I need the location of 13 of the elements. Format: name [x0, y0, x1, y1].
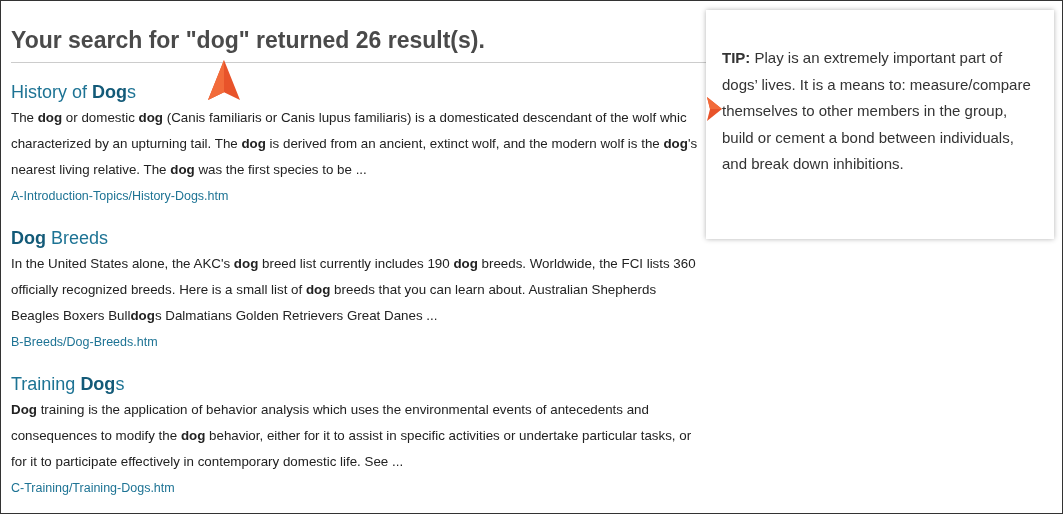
result-title-link[interactable]: History of Dogs — [11, 79, 137, 105]
page-heading: Your search for "dog" returned 26 result(s). — [11, 26, 486, 55]
arrow-icon — [707, 97, 722, 121]
result-title-link[interactable]: Training Dogs — [11, 371, 125, 397]
result-url-link[interactable]: A-Introduction-Topics/History-Dogs.htm — [11, 183, 229, 209]
result-url-link[interactable]: B-Breeds/Dog-Breeds.htm — [11, 329, 158, 355]
arrow-icon — [208, 60, 240, 100]
result-snippet: In the United States alone, the AKC's dog breed list currently includes 190 dog breeds. Worldwide, the FCI lists 360 officially recognized breeds. Here is a small list of dog breeds that you can learn about. Australian Shepherds Beagles Boxers Bulldogs Dalmatians Golden Retrievers Great Danes ... — [11, 255, 697, 325]
tip-text: TIP: Play is an extremely important part of dogs’ lives. It is a means to: measure/compare themselves to other members in the group, build or cement a bond between individuals, and break down inhibitions. — [722, 48, 1032, 174]
result-snippet: Dog training is the application of behavior analysis which uses the environmental events of antecedents and consequences to modify the dog behavior, either for it to assist in specific activities or undertake particular tasks, or for it to participate effectively in contemporary domestic life. See ... — [11, 401, 693, 471]
result-url-link[interactable]: C-Training/Training-Dogs.htm — [11, 475, 175, 501]
result-title-link[interactable]: Dog Breeds — [11, 225, 109, 251]
result-snippet: The dog or domestic dog (Canis familiaris or Canis lupus familiaris) is a domesticated descendant of the wolf whic characterized by an upturning tail. The dog is derived from an ancient, extinct wolf, and the modern wolf is the dog's nearest living relative. The dog was the first species to be ... — [11, 109, 699, 179]
